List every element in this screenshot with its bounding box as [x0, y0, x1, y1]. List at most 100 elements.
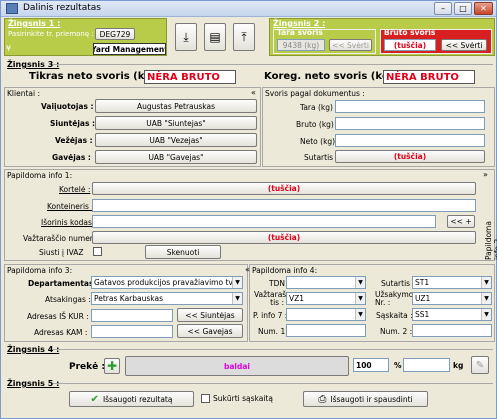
import-icon[interactable]: ⤓ [175, 23, 197, 51]
scan-button[interactable]: Skenuoti [145, 245, 221, 259]
responsible-label: Atsakingas : [45, 295, 91, 304]
contract-button[interactable]: (tuščia) [335, 150, 485, 163]
responsible-value: Petras Karbauskas [94, 294, 163, 303]
collapse-left-icon[interactable]: « [251, 88, 256, 97]
export-icon[interactable]: ⤒ [233, 23, 255, 51]
waybill-label: Važtaraš tis : [254, 290, 287, 307]
doc-net-input[interactable] [335, 134, 485, 147]
doc-gross-label: Bruto (kg) : [296, 120, 339, 129]
external-code-add-button[interactable]: << + [447, 215, 475, 228]
container-input[interactable] [92, 199, 476, 212]
product-label: Prekė : [69, 362, 105, 372]
sender-button[interactable]: UAB "Siuntejas" [95, 116, 257, 130]
doc-gross-input[interactable] [335, 117, 485, 130]
receiver-button[interactable]: UAB "Gavejas" [95, 150, 257, 164]
docweights-title: Svoris pagal dokumentus : [265, 89, 365, 98]
gross-group: Bruto svoris (tuščia) << Svėrti [380, 28, 492, 54]
checkmark-icon: ✔ [90, 393, 99, 405]
chevron-down-icon: ▼ [481, 309, 491, 320]
invoice-label: Sąskaita : [376, 311, 413, 320]
save-result-label: Išsaugoti rezultatą [102, 394, 173, 404]
address-from-sender-button[interactable]: << Siuntėjas [177, 308, 243, 322]
driver-label: Vaiįuotojas : [41, 102, 94, 111]
chevron-down-icon: ▼ [481, 293, 491, 304]
num1-input[interactable] [286, 324, 366, 337]
chevron-down-icon: ▼ [355, 293, 365, 304]
pinfo7-select[interactable]: ▼ [286, 308, 366, 321]
net-weight-value: NĖRA BRUTO [144, 70, 236, 84]
contract4-select[interactable]: ST1 ▼ [412, 276, 492, 289]
driver-button[interactable]: Augustas Petrauskas [95, 99, 257, 113]
docweights-panel: Svoris pagal dokumentus : Tara (kg) : Br… [262, 87, 495, 167]
step2-panel: Žingsnis 2 : Tara svoris 9438 (kg) << Sv… [269, 18, 495, 56]
info3-title: Papildoma info 3: [7, 266, 73, 275]
collapse-left-icon[interactable]: « [245, 265, 250, 274]
info1-panel: Papildoma info 1: » Kortelė : (tuščia) K… [4, 169, 497, 261]
add-product-icon[interactable]: ✚ [104, 358, 120, 374]
step3-divider [53, 64, 493, 65]
printer-icon: ⎙ [318, 393, 327, 405]
container-label: Konteineris : [47, 202, 94, 211]
step1-panel: Žingsnis 1 : Pasirinkite tr. priemonę : … [4, 18, 167, 56]
carrier-label: Vežėjas : [55, 136, 93, 145]
collapse-right-icon[interactable]: » [483, 170, 488, 179]
percent-input[interactable]: 100 [353, 358, 389, 372]
external-code-input[interactable] [92, 215, 436, 228]
tdn-select[interactable]: ▼ [286, 276, 366, 289]
waybill-number-button[interactable]: (tuščia) [92, 231, 476, 244]
department-value: Gatavos produkcijos pravažiavimo tvarka [94, 278, 243, 287]
corrected-net-value[interactable]: NĖRA BRUTO [383, 70, 475, 84]
responsible-select[interactable]: Petras Karbauskas ▼ [91, 292, 243, 305]
gross-empty-text: (tuščia) [393, 40, 427, 50]
department-label: Departamentas : [28, 279, 100, 288]
num2-input[interactable] [412, 324, 492, 337]
clear-product-icon[interactable]: ✎ [471, 356, 489, 374]
net-weight-text: NĖRA BRUTO [147, 71, 220, 83]
send-ivaz-checkbox[interactable] [93, 247, 102, 256]
step2-title: Žingsnis 2 : [273, 19, 326, 28]
tare-title: Tara svoris [277, 28, 323, 37]
step5-title: Žingsnis 5 : [7, 379, 60, 388]
product-button[interactable]: baldai [125, 356, 349, 376]
carrier-button[interactable]: UAB "Vezejas" [95, 133, 257, 147]
info2-side-tab[interactable]: Papildoma info 2 [484, 210, 497, 260]
address-to-receiver-button[interactable]: << Gavejas [177, 324, 243, 338]
minimize-button[interactable]: – [434, 2, 452, 15]
maximize-button[interactable]: □ [454, 2, 472, 15]
contract-label: Sutartis : [304, 153, 338, 162]
collapse-down-icon[interactable]: ¥ [6, 44, 15, 54]
save-print-button[interactable]: ⎙ Išsaugoti ir spausdinti [303, 391, 428, 407]
info4-title: Papildoma info 4: [252, 266, 318, 275]
receiver-label: Gavėjas : [52, 153, 91, 162]
card-button[interactable]: (tuščia) [92, 182, 476, 195]
tare-value: 9438 (kg) [277, 39, 325, 51]
title-bar: Dalinis rezultatas – □ ✕ [1, 1, 496, 17]
step4-title: Žingsnis 4 : [7, 345, 60, 354]
order-number-value: UZ1 [415, 294, 431, 303]
kg-label: kg [453, 361, 464, 370]
create-invoice-checkbox[interactable] [201, 394, 210, 403]
address-from-input[interactable] [91, 309, 173, 322]
external-code-label: Išorinis kodas : [41, 218, 97, 227]
invoice-select[interactable]: SS1 ▼ [412, 308, 492, 321]
tare-group: Tara svoris 9438 (kg) << Svėrti [273, 28, 376, 54]
card-empty-text: (tuščia) [267, 184, 301, 193]
weight-kg-input[interactable] [403, 358, 450, 372]
address-to-input[interactable] [91, 325, 173, 338]
doc-tare-label: Tara (kg) : [300, 103, 338, 112]
save-result-button[interactable]: ✔ Išsaugoti rezultatą [69, 391, 194, 407]
gross-weigh-button[interactable]: << Svėrti [441, 39, 487, 51]
tare-weigh-button[interactable]: << Svėrti [329, 39, 372, 51]
waybill-select[interactable]: VZ1 ▼ [286, 292, 366, 305]
close-button[interactable]: ✕ [474, 2, 493, 15]
product-value: baldai [223, 361, 250, 371]
info4-panel: Papildoma info 4: « TDN : ▼ Važtaraš tis… [245, 264, 495, 342]
department-select[interactable]: Gatavos produkcijos pravažiavimo tvarka ▼ [91, 276, 243, 289]
waybill-value: VZ1 [289, 294, 305, 303]
vehicle-name: Yard Management [93, 43, 166, 55]
document-icon[interactable]: ▤ [204, 23, 226, 51]
vehicle-select-button[interactable]: DEG729 [95, 28, 135, 40]
clients-panel: Klientai : « Vaiįuotojas : Augustas Petr… [4, 87, 261, 167]
order-number-select[interactable]: UZ1 ▼ [412, 292, 492, 305]
doc-tare-input[interactable] [335, 100, 485, 113]
